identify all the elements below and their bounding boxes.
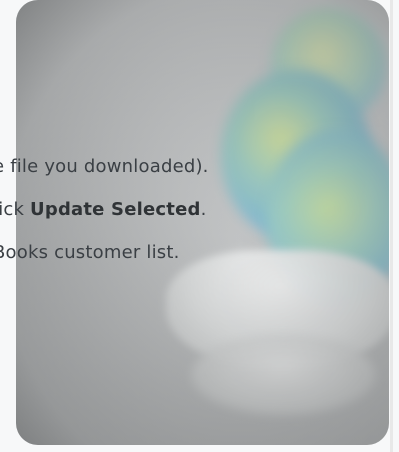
canvas: e file you downloaded). lick Update Sele…: [0, 0, 399, 452]
illustration-image: [16, 0, 389, 445]
image-shade: [16, 0, 389, 445]
right-edge-divider: [390, 0, 393, 452]
